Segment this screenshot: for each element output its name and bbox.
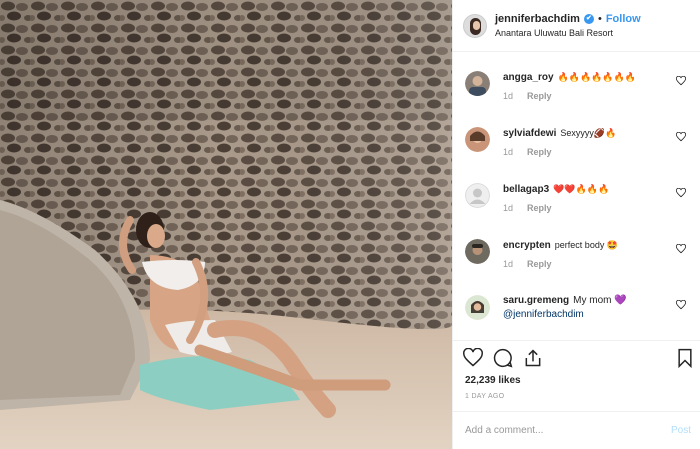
post-photo[interactable] (0, 0, 452, 449)
post-header: jenniferbachdim ✔ • Follow Anantara Uluw… (453, 0, 700, 52)
comment-item: angga_roy 🔥🔥🔥🔥🔥🔥🔥 1d Reply (453, 52, 700, 108)
comment-text: perfect body 🤩 (554, 240, 619, 250)
heart-icon[interactable] (463, 348, 483, 368)
comment-age: 1d (503, 91, 514, 101)
like-count[interactable]: 22,239 likes (465, 375, 521, 386)
reply-button[interactable]: Reply (527, 91, 552, 101)
location-link[interactable]: Anantara Uluwatu Bali Resort (495, 26, 641, 40)
post-author-username[interactable]: jenniferbachdim (495, 12, 580, 26)
comment-text: 🔥🔥🔥🔥🔥🔥🔥 (557, 72, 637, 82)
comment-text: ❤️❤️🔥🔥🔥 (553, 184, 610, 194)
like-comment-heart-icon[interactable] (676, 76, 686, 86)
post-header-info: jenniferbachdim ✔ • Follow Anantara Uluw… (495, 12, 641, 40)
add-comment-input[interactable] (463, 424, 671, 437)
like-comment-heart-icon[interactable] (676, 188, 686, 198)
post-action-bar (453, 340, 700, 371)
like-comment-heart-icon[interactable] (676, 244, 686, 254)
comment-text: Sexyyyy🏈🔥 (560, 128, 617, 138)
commenter-avatar[interactable] (465, 127, 490, 152)
post-comment-button[interactable]: Post (671, 425, 691, 436)
comment-age: 1d (503, 259, 514, 269)
comment-age: 1d (503, 147, 514, 157)
like-comment-heart-icon[interactable] (676, 132, 686, 142)
reply-button[interactable]: Reply (527, 203, 552, 213)
commenter-avatar[interactable] (465, 239, 490, 264)
comment-item: encrypten perfect body 🤩 1d Reply (453, 220, 700, 276)
comment-icon[interactable] (493, 348, 513, 368)
beach-photo-image (0, 0, 452, 449)
comment-username[interactable]: encrypten (503, 240, 551, 251)
reply-button[interactable]: Reply (527, 147, 552, 157)
comment-item: saru.gremeng My mom 💜 @jenniferbachdim (453, 276, 700, 332)
like-comment-heart-icon[interactable] (676, 300, 686, 310)
post-sidebar: jenniferbachdim ✔ • Follow Anantara Uluw… (452, 0, 700, 449)
instagram-post: jenniferbachdim ✔ • Follow Anantara Uluw… (0, 0, 700, 449)
separator-dot: • (597, 12, 602, 25)
commenter-avatar[interactable] (465, 183, 490, 208)
comment-username[interactable]: sylviafdewi (503, 128, 556, 139)
comment-age: 1d (503, 203, 514, 213)
comment-item: sylviafdewi Sexyyyy🏈🔥 1d Reply (453, 108, 700, 164)
share-icon[interactable] (523, 348, 543, 368)
comment-list[interactable]: angga_roy 🔥🔥🔥🔥🔥🔥🔥 1d Reply sylviafdewi Sexy… (453, 52, 700, 342)
commenter-avatar[interactable] (465, 71, 490, 96)
comment-item: bellagap3 ❤️❤️🔥🔥🔥 1d Reply (453, 164, 700, 220)
comment-username[interactable]: angga_roy (503, 72, 554, 83)
profile-avatar[interactable] (463, 13, 487, 38)
comment-username[interactable]: saru.gremeng (503, 295, 569, 306)
bookmark-icon[interactable] (675, 348, 695, 368)
reply-button[interactable]: Reply (527, 259, 552, 269)
add-comment-bar: Post (453, 411, 700, 449)
commenter-avatar[interactable] (465, 295, 490, 320)
follow-button[interactable]: Follow (606, 12, 641, 26)
verified-badge-icon: ✔ (583, 13, 594, 24)
comment-text: My mom 💜 (573, 295, 627, 306)
comment-mention-link[interactable]: @jenniferbachdim (503, 309, 584, 320)
post-timestamp: 1 DAY AGO (465, 393, 505, 400)
comment-username[interactable]: bellagap3 (503, 184, 549, 195)
